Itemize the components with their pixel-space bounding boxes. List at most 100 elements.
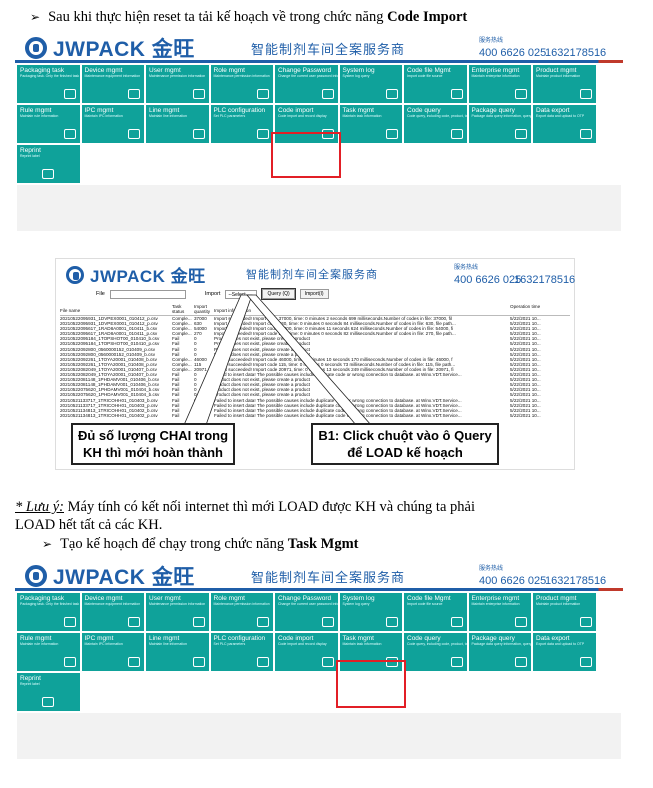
ipc-mgmt-icon [128, 657, 140, 667]
tile-package-query[interactable]: Package query Package data query informat… [468, 633, 531, 671]
tile-packaging-task[interactable]: Packaging task Packaging task. Only the f… [17, 65, 80, 103]
header-slogan: 智能制剂车间全案服务商 [251, 43, 406, 58]
data-export-icon [579, 657, 592, 667]
code-file-mgmt-icon [450, 617, 463, 627]
hotline-2: 1632178516 [545, 575, 607, 587]
user-mgmt-icon [192, 89, 205, 99]
tile-code-import[interactable]: Code import Code import and record displa… [275, 633, 338, 671]
device-mgmt-icon [128, 89, 140, 99]
callout-enough-bottles: Đủ số lượng CHAI trong KH thì mới hoàn t… [71, 423, 235, 465]
enterprise-mgmt-icon [515, 89, 527, 99]
note-line-2: LOAD hết tất cả các KH. [15, 517, 163, 533]
plc-configuration-icon [257, 129, 269, 139]
menu-tile-grid: Packaging task Packaging task. Only the f… [15, 63, 623, 231]
arrow-bullet-icon: ➢ [30, 10, 41, 24]
callout-click-query: B1: Click chuột vào ô Query để LOAD kế h… [311, 423, 499, 465]
app-header: JWPACK 金旺 智能制剂车间全案服务商 服务热线 400 6626 025 1… [15, 30, 623, 63]
main-menu-screenshot-2: JWPACK 金旺 智能制剂车间全案服务商 服务热线 400 6626 025 1… [15, 558, 623, 763]
hotline-1: 服务热线 400 6626 025 [479, 38, 547, 59]
tile-change-password[interactable]: Change Password Change the current user p… [275, 65, 338, 103]
change-password-icon [321, 89, 334, 99]
tile-code-query[interactable]: Code query Code query, including code, pr… [404, 105, 467, 143]
brand-logo-3: JWPACK 金旺 [25, 561, 195, 591]
tile-code-file-mgmt[interactable]: Code file Mgmt Import code file source [404, 65, 467, 103]
tile-code-query[interactable]: Code query Code query, including code, pr… [404, 633, 467, 671]
tile-rule-mgmt[interactable]: Rule mgmt Maintain rule information [17, 633, 80, 671]
grid-empty-area [17, 713, 621, 759]
tile-reprint[interactable]: Reprint Reprint label [17, 673, 80, 711]
brand-logo: JWPACK 金旺 [25, 33, 195, 63]
tile-data-export[interactable]: Data export Export data and upload to OTP [533, 633, 596, 671]
enterprise-mgmt-icon [515, 617, 527, 627]
product-mgmt-icon [579, 617, 592, 627]
plc-configuration-icon [257, 657, 269, 667]
task-mgmt-icon [386, 129, 398, 139]
package-query-icon [515, 657, 527, 667]
tile-enterprise-mgmt[interactable]: Enterprise mgmt Maintain enterprise infor… [468, 593, 531, 631]
tile-system-log[interactable]: System log System log query [339, 593, 402, 631]
change-password-icon [321, 617, 334, 627]
tile-ipc-mgmt[interactable]: IPC mgmt Maintain IPC information [81, 633, 144, 671]
tile-role-mgmt[interactable]: Role mgmt Maintenance permission informat… [210, 65, 273, 103]
pointer-query-2 [246, 294, 372, 426]
tile-device-mgmt[interactable]: Device mgmt Maintenance equipment informa… [81, 593, 144, 631]
tile-user-mgmt[interactable]: User mgmt Maintenance permission informat… [146, 593, 209, 631]
tile-enterprise-mgmt[interactable]: Enterprise mgmt Maintain enterprise infor… [468, 65, 531, 103]
note-line-1: * Lưu ý: Máy tính có kết nối internet th… [15, 499, 475, 515]
code-query-icon [450, 657, 463, 667]
system-log-icon [386, 89, 398, 99]
jwpack-logo-icon [25, 37, 47, 59]
package-query-icon [515, 129, 527, 139]
grid-empty-area [17, 185, 621, 231]
packaging-task-icon [63, 89, 76, 99]
rule-mgmt-icon [63, 129, 76, 139]
instruction-line-task-mgmt: ➢ Tạo kế hoạch để chạy trong chức năng Ta… [42, 536, 359, 552]
instruction-line-code-import: ➢ Sau khi thực hiện reset ta tải kế hoạch… [30, 9, 468, 25]
menu-tile-grid-2: Packaging task Packaging task. Only the f… [15, 591, 623, 759]
tile-role-mgmt[interactable]: Role mgmt Maintenance permission informat… [210, 593, 273, 631]
tile-reprint[interactable]: Reprint Reprint label [17, 145, 80, 183]
system-log-icon [386, 617, 398, 627]
arrow-bullet-icon: ➢ [42, 537, 53, 551]
tile-user-mgmt[interactable]: User mgmt Maintenance permission informat… [146, 65, 209, 103]
highlight-task-mgmt [336, 660, 406, 708]
tile-product-mgmt[interactable]: Product mgmt Maintain product information [533, 65, 596, 103]
jwpack-logo-icon [25, 565, 47, 587]
role-mgmt-icon [257, 89, 269, 99]
tile-package-query[interactable]: Package query Package data query informat… [468, 105, 531, 143]
tile-plc-configuration[interactable]: PLC configuration Set PLC parameters [210, 633, 273, 671]
tile-system-log[interactable]: System log System log query [339, 65, 402, 103]
product-mgmt-icon [579, 89, 592, 99]
ipc-mgmt-icon [128, 129, 140, 139]
role-mgmt-icon [257, 617, 269, 627]
line-mgmt-icon [192, 129, 205, 139]
main-menu-screenshot-1: JWPACK 金旺 智能制剂车间全案服务商 服务热线 400 6626 025 1… [15, 30, 623, 235]
highlight-code-import [271, 132, 341, 178]
code-query-icon [450, 129, 463, 139]
hotline-2: 1632178516 [545, 47, 607, 59]
tile-rule-mgmt[interactable]: Rule mgmt Maintain rule information [17, 105, 80, 143]
code-import-icon [321, 657, 334, 667]
tile-packaging-task[interactable]: Packaging task Packaging task. Only the f… [17, 593, 80, 631]
code-file-mgmt-icon [450, 89, 463, 99]
tile-line-mgmt[interactable]: Line mgmt Maintain line information [146, 105, 209, 143]
tile-code-file-mgmt[interactable]: Code file Mgmt Import code file source [404, 593, 467, 631]
device-mgmt-icon [128, 617, 140, 627]
tile-line-mgmt[interactable]: Line mgmt Maintain line information [146, 633, 209, 671]
header-slogan-3: 智能制剂车间全案服务商 [251, 571, 406, 586]
reprint-icon [42, 169, 55, 179]
tile-product-mgmt[interactable]: Product mgmt Maintain product information [533, 593, 596, 631]
tile-task-mgmt[interactable]: Task mgmt Maintain task information [339, 105, 402, 143]
hotline-1: 服务热线 400 6626 025 [479, 566, 547, 587]
app-header-3: JWPACK 金旺 智能制剂车间全案服务商 服务热线 400 6626 025 1… [15, 558, 623, 591]
tile-plc-configuration[interactable]: PLC configuration Set PLC parameters [210, 105, 273, 143]
tile-change-password[interactable]: Change Password Change the current user p… [275, 593, 338, 631]
reprint-icon [42, 697, 55, 707]
pointer-query [183, 294, 253, 426]
line-mgmt-icon [192, 657, 205, 667]
tile-device-mgmt[interactable]: Device mgmt Maintenance equipment informa… [81, 65, 144, 103]
user-mgmt-icon [192, 617, 205, 627]
data-export-icon [579, 129, 592, 139]
tile-ipc-mgmt[interactable]: IPC mgmt Maintain IPC information [81, 105, 144, 143]
tile-data-export[interactable]: Data export Export data and upload to OTP [533, 105, 596, 143]
